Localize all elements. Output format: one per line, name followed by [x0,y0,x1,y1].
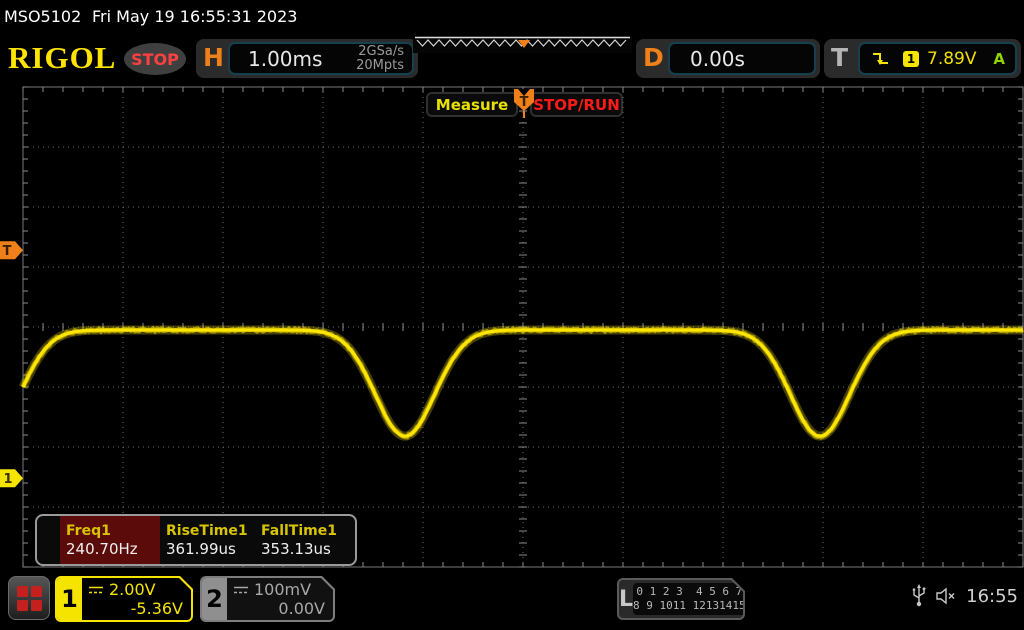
trigger-mode: A [993,50,1005,68]
trigger-label: T [831,43,848,72]
header-bar: RIGOL STOP H 1.00ms 2GSa/s 20Mpts Measur… [0,36,1024,82]
channel-2-scale: 100mV [254,580,311,599]
measurement-label: RiseTime1 [166,523,255,539]
trigger-settings-box[interactable]: T 1 7.89V A [824,39,1021,78]
ch1-trace-glow [23,330,1023,436]
clock: 16:55 [966,586,1018,607]
channel-1-widget[interactable]: 1 2.00V -5.36V [55,576,193,622]
measurement-panel[interactable]: Freq1 240.70Hz RiseTime1 361.99us FallTi… [35,514,357,566]
digital-row-2: 8 9 1011 12131415 [633,599,743,613]
digital-row-1: 0 1 2 3 4 5 6 7 [636,585,742,599]
falling-edge-icon [872,51,889,67]
channel-1-scale: 2.00V [109,580,156,599]
channel-1-ground-label: 1 [3,472,12,487]
trigger-level-value: 7.89V [927,49,976,69]
trigger-source-badge: 1 [903,51,919,67]
run-state-label: STOP [131,50,179,69]
acquisition-rates: 2GSa/s 20Mpts [356,45,404,73]
dc-coupling-icon [88,585,104,595]
acquisition-memory-strip[interactable] [413,36,632,53]
measurement-value: 361.99us [166,540,255,558]
usb-icon [912,584,926,608]
channel-1-badge: 1 [57,578,82,620]
measurement-label: Freq1 [66,523,160,539]
speaker-muted-icon [935,587,957,605]
trigger-level-label: T [3,244,12,259]
horizontal-label: H [203,43,224,72]
delay-inner: 0.00s [668,42,816,75]
channel-2-widget[interactable]: 2 100mV 0.00V [200,576,335,622]
sample-rate: 2GSa/s [358,44,404,59]
trigger-position-label: T [520,95,529,110]
timebase-value: 1.00ms [248,47,322,71]
delay-label: D [643,43,664,72]
delay-settings-box[interactable]: D 0.00s [636,39,820,78]
run-state-indicator[interactable]: STOP [124,43,186,75]
horizontal-inner: 1.00ms 2GSa/s 20Mpts [228,42,414,75]
digital-channel-list: 0 1 2 3 4 5 6 7 8 9 1011 12131415 [633,583,743,615]
model-name: MSO5102 [4,7,81,26]
measurement-risetime[interactable]: RiseTime1 361.99us [160,516,255,564]
menu-grid-icon [17,586,42,611]
oscilloscope-screen: MSO5102 Fri May 19 16:55:31 2023 RIGOL S… [0,0,1024,630]
memory-depth: 20Mpts [356,58,404,73]
logic-analyzer-widget[interactable]: L 0 1 2 3 4 5 6 7 8 9 1011 12131415 [617,578,745,620]
menu-button[interactable] [8,576,50,620]
measurement-value: 240.70Hz [66,540,160,558]
measurement-value: 353.13us [261,540,353,558]
horizontal-settings-box[interactable]: H 1.00ms 2GSa/s 20Mpts [196,39,418,78]
waveform-display[interactable]: T T 1 [0,82,1024,570]
datetime: Fri May 19 16:55:31 2023 [92,7,297,26]
rigol-logo: RIGOL [8,40,116,76]
measurement-freq[interactable]: Freq1 240.70Hz [60,516,160,564]
measurement-falltime[interactable]: FallTime1 353.13us [255,516,353,564]
channel-2-badge: 2 [202,578,227,620]
system-tray: 16:55 [912,584,1018,608]
channel-1-offset: -5.36V [88,599,183,618]
logic-analyzer-label: L [619,580,633,618]
channel-2-offset: 0.00V [233,599,325,618]
status-bar: MSO5102 Fri May 19 16:55:31 2023 [0,0,1024,36]
delay-value: 0.00s [690,47,745,71]
measurement-label: FallTime1 [261,523,353,539]
bottom-bar: 1 2.00V -5.36V 2 100mV 0.00V L 0 1 2 3 4… [0,570,1024,630]
dc-coupling-icon [233,585,249,595]
trigger-inner: 1 7.89V A [858,42,1017,75]
